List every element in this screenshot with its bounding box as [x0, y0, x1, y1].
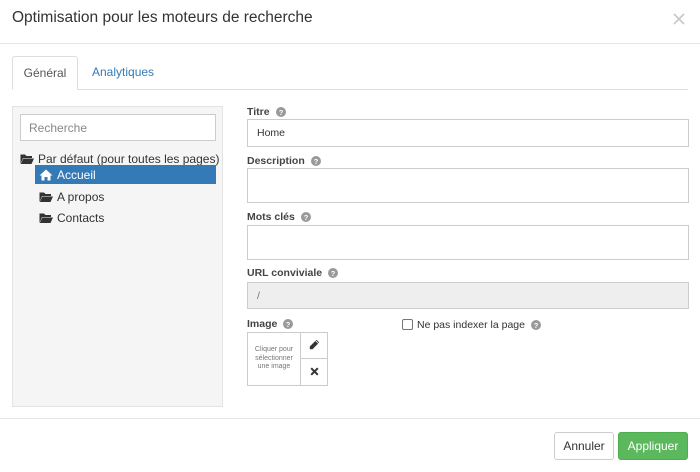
- keywords-label-text: Mots clés: [247, 211, 295, 223]
- dialog-footer: Annuler Appliquer: [0, 418, 700, 472]
- cancel-button[interactable]: Annuler: [554, 432, 614, 460]
- svg-text:?: ?: [534, 321, 539, 330]
- url-label: URL conviviale ?: [247, 267, 339, 279]
- apply-button[interactable]: Appliquer: [618, 432, 688, 460]
- svg-text:?: ?: [286, 320, 291, 329]
- close-icon[interactable]: [672, 12, 686, 26]
- description-label: Description ?: [247, 155, 321, 167]
- svg-text:?: ?: [313, 157, 318, 166]
- image-select-area[interactable]: Cliquer pour sélectionner une image: [248, 333, 301, 385]
- remove-image-button[interactable]: [301, 359, 327, 385]
- keywords-label: Mots clés ?: [247, 211, 311, 223]
- tree-item-label: Contacts: [57, 210, 105, 225]
- title-label-text: Titre: [247, 106, 270, 118]
- tree-item-label: Accueil: [57, 167, 96, 182]
- title-label: Titre ?: [247, 106, 286, 118]
- tab-analytics[interactable]: Analytiques: [80, 56, 166, 90]
- description-textarea[interactable]: [247, 168, 689, 203]
- tree-search-input[interactable]: [20, 114, 216, 141]
- tree-item-a-propos[interactable]: A propos: [35, 187, 108, 206]
- tree-item-contacts[interactable]: Contacts: [35, 208, 108, 227]
- noindex-label: Ne pas indexer la page: [417, 318, 525, 331]
- image-label-text: Image: [247, 318, 278, 330]
- keywords-textarea[interactable]: [247, 225, 689, 260]
- url-label-text: URL conviviale: [247, 267, 323, 279]
- edit-image-button[interactable]: [301, 333, 327, 359]
- image-label: Image ?: [247, 318, 294, 330]
- svg-text:?: ?: [278, 108, 283, 117]
- folder-open-icon: [20, 153, 34, 165]
- help-icon[interactable]: ?: [283, 319, 294, 329]
- folder-open-icon: [39, 212, 53, 224]
- tree-item-accueil[interactable]: Accueil: [35, 165, 216, 184]
- help-icon[interactable]: ?: [328, 268, 339, 278]
- image-picker: Cliquer pour sélectionner une image: [247, 332, 328, 386]
- tree-item-label: A propos: [57, 189, 105, 204]
- title-input[interactable]: [247, 119, 689, 147]
- tab-general[interactable]: Général: [12, 56, 78, 90]
- help-icon[interactable]: ?: [275, 107, 286, 117]
- svg-text:?: ?: [304, 213, 309, 222]
- pencil-icon: [309, 337, 320, 355]
- times-icon: [309, 363, 319, 381]
- help-icon[interactable]: ?: [531, 319, 541, 330]
- help-icon[interactable]: ?: [300, 212, 311, 222]
- description-label-text: Description: [247, 155, 305, 167]
- noindex-option[interactable]: Ne pas indexer la page ?: [402, 318, 541, 331]
- dialog-header: Optimisation pour les moteurs de recherc…: [0, 0, 700, 44]
- help-icon[interactable]: ?: [310, 156, 321, 166]
- svg-text:?: ?: [331, 269, 336, 278]
- tab-bar: Général Analytiques: [12, 56, 688, 90]
- noindex-checkbox[interactable]: [402, 319, 413, 330]
- home-icon: [39, 169, 53, 181]
- folder-open-icon: [39, 191, 53, 203]
- page-tree-panel: Par défaut (pour toutes les pages) Accue…: [12, 106, 223, 407]
- url-input: [247, 282, 689, 309]
- tree-root-label: Par défaut (pour toutes les pages): [38, 152, 220, 166]
- dialog-title: Optimisation pour les moteurs de recherc…: [12, 9, 313, 26]
